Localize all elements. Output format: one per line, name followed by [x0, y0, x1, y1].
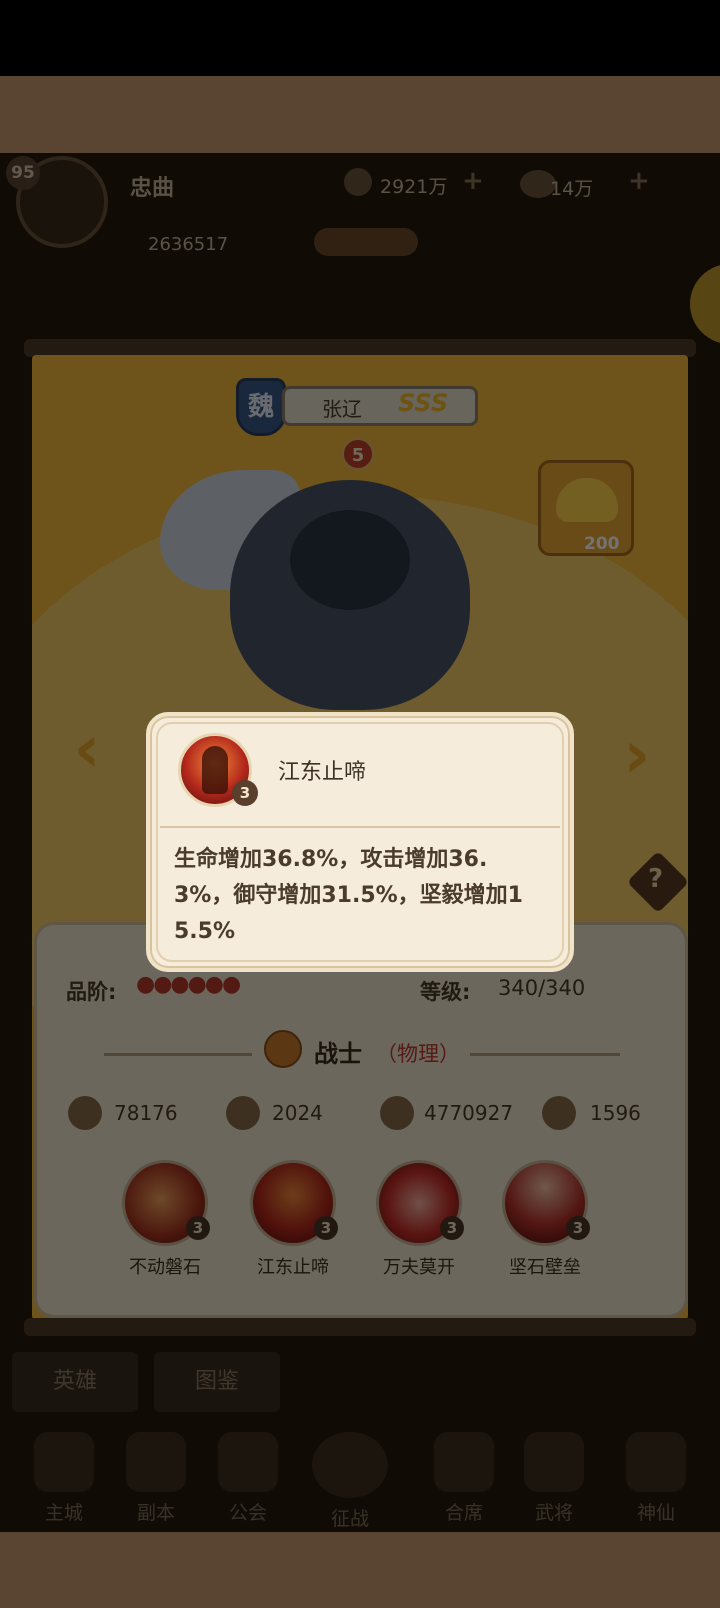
class-name: 战士: [314, 1040, 362, 1068]
nav-label-dungeon: 副本: [136, 1502, 175, 1524]
skill-name-3: 万夫莫开: [383, 1257, 455, 1278]
popup-skill-description: 生命增加36.8%，攻击增加36.3%，御守增加31.5%，坚毅增加15.5%: [174, 847, 523, 944]
skill-level-2: 3: [314, 1216, 338, 1240]
stat-health: 4770927: [424, 1101, 514, 1125]
tab-codex[interactable]: 图鉴: [154, 1352, 280, 1412]
class-damage-type: （物理）: [376, 1042, 460, 1066]
player-name: 忠曲: [130, 176, 175, 201]
warrior-class-icon: [264, 1030, 302, 1068]
grade-label: 品阶:: [66, 980, 117, 1004]
campaign-icon: [312, 1432, 388, 1498]
popup-skill-name: 江东止啼: [278, 760, 367, 785]
popup-skill-level: 3: [232, 780, 258, 806]
skill-name-1: 不动磐石: [129, 1257, 201, 1278]
currency-2-value: 14万: [550, 178, 594, 200]
shield-icon: [226, 1096, 260, 1130]
ornament-line-left: [104, 1053, 252, 1056]
scroll-rail-bottom: [24, 1318, 696, 1336]
vip-button[interactable]: [314, 228, 418, 256]
hero-name: 张辽: [322, 397, 362, 421]
hero-helmet: [290, 510, 410, 610]
nav-label-inn: 合席: [444, 1502, 483, 1524]
skill-figure-silhouette: [202, 746, 228, 794]
prev-hero-arrow-icon[interactable]: ‹: [60, 710, 114, 788]
dungeon-icon: [126, 1432, 186, 1492]
bottom-letterbox-band: [0, 1532, 720, 1608]
nav-dungeon[interactable]: 副本: [116, 1432, 196, 1528]
stat-attack: 78176: [114, 1101, 178, 1125]
popup-divider: [160, 826, 560, 828]
combat-power: 2636517: [148, 234, 229, 255]
add-currency-1-icon[interactable]: +: [462, 166, 484, 196]
boot-icon: [542, 1096, 576, 1130]
immortals-icon: [626, 1432, 686, 1492]
nav-generals[interactable]: 武将: [514, 1432, 594, 1528]
nav-label-generals: 武将: [534, 1502, 573, 1524]
ingot-count: 200: [584, 534, 620, 554]
skill-name-2: 江东止啼: [257, 1257, 329, 1278]
grade-pips: ●●●●●●: [136, 972, 241, 997]
nav-label-main-city: 主城: [44, 1502, 83, 1524]
skill-level-4: 3: [566, 1216, 590, 1240]
skill-level-3: 3: [440, 1216, 464, 1240]
add-currency-2-icon[interactable]: +: [628, 166, 650, 196]
hero-name-plate: [282, 386, 478, 426]
nav-label-guild: 公会: [228, 1502, 267, 1524]
nav-main-city[interactable]: 主城: [24, 1432, 104, 1528]
nav-campaign[interactable]: 征战: [310, 1432, 390, 1530]
inn-icon: [434, 1432, 494, 1492]
nav-guild[interactable]: 公会: [208, 1432, 288, 1528]
hero-star-level: 5: [342, 438, 374, 470]
castle-icon: [34, 1432, 94, 1492]
skill-name-4: 坚石壁垒: [509, 1257, 581, 1278]
ornament-line-right: [470, 1053, 620, 1056]
tab-heroes[interactable]: 英雄: [12, 1352, 138, 1412]
help-question-mark: ?: [648, 864, 664, 894]
faction-badge: 魏: [236, 378, 286, 436]
player-level-badge: 95: [6, 156, 40, 190]
top-letterbox-band: [0, 76, 720, 153]
heart-icon: [380, 1096, 414, 1130]
nav-inn[interactable]: 合席: [424, 1432, 504, 1528]
skill-level-1: 3: [186, 1216, 210, 1240]
stat-defense: 2024: [272, 1101, 323, 1125]
nav-immortals[interactable]: 神仙: [616, 1432, 696, 1528]
next-hero-arrow-icon[interactable]: ›: [610, 716, 664, 794]
stat-speed: 1596: [590, 1101, 641, 1125]
moon-coin-icon: [344, 168, 372, 196]
hero-grade: SSS: [398, 389, 449, 417]
level-label: 等级:: [420, 980, 471, 1004]
guild-icon: [218, 1432, 278, 1492]
generals-icon: [524, 1432, 584, 1492]
status-bar: [0, 0, 720, 76]
sword-icon: [68, 1096, 102, 1130]
nav-label-immortals: 神仙: [636, 1502, 675, 1524]
level-value: 340/340: [498, 976, 586, 1000]
nav-label-campaign: 征战: [330, 1508, 369, 1530]
currency-1-value: 2921万: [380, 176, 448, 198]
